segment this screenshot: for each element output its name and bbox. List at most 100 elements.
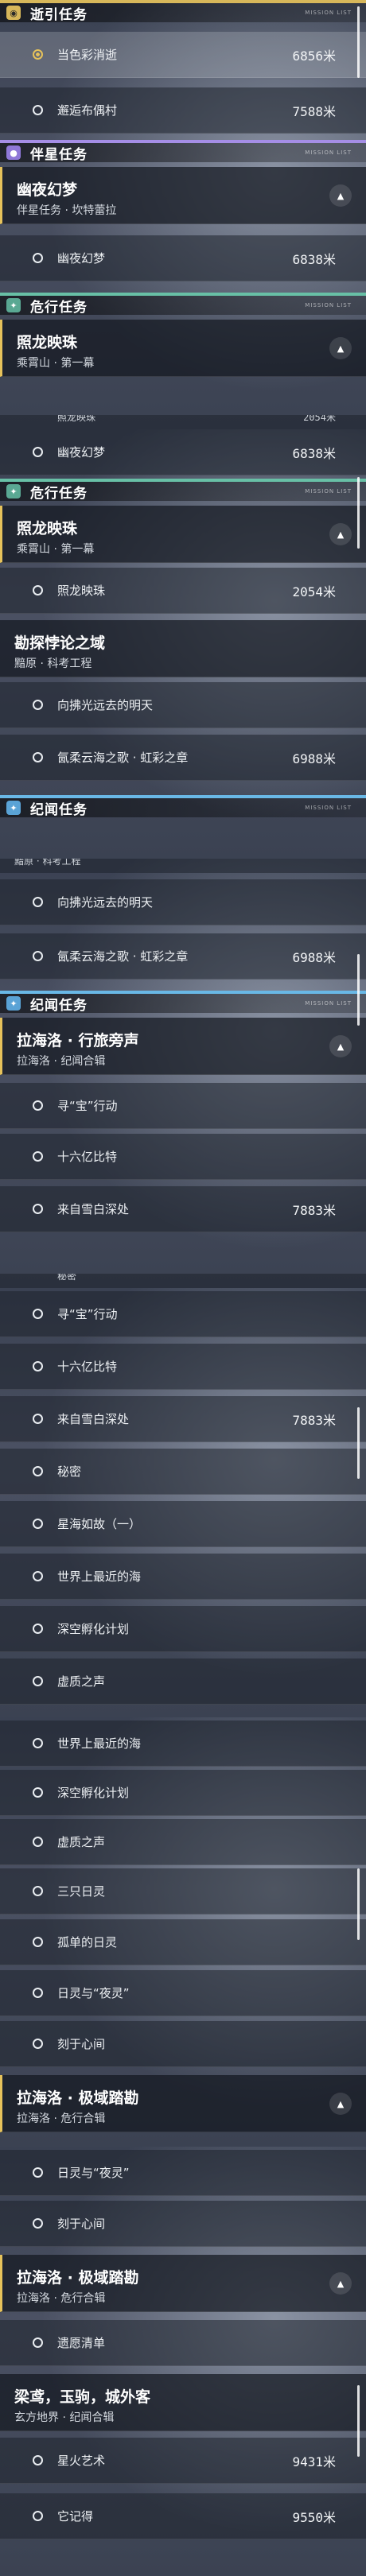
scrollbar[interactable] (357, 6, 360, 78)
quest-radio-icon (33, 2167, 43, 2178)
quest-item[interactable]: 刻于心间 (0, 2201, 366, 2247)
quest-group-header[interactable]: 梁鸢，玉驹，城外客 玄方地界 · 纪闻合辑 (0, 2374, 366, 2431)
quest-item[interactable]: 世界上最近的海 (0, 1554, 366, 1600)
category-tag: MISSION LIST (305, 488, 352, 495)
quest-group-subtitle: 伴星任务 · 坎特蕾拉 (17, 204, 117, 217)
category-header-chronicle[interactable]: ✦ 纪闻任务 MISSION LIST (0, 795, 366, 818)
quest-item[interactable]: 星海如故（一） (0, 1501, 366, 1547)
quest-item[interactable]: 三只日灵 (0, 1868, 366, 1915)
quest-radio-icon (33, 951, 43, 961)
category-icon: ✦ (0, 992, 27, 1014)
quest-item[interactable]: 刻于心间 (0, 2021, 366, 2067)
chevron-up-icon[interactable]: ▲ (329, 523, 352, 545)
quest-item[interactable]: 向拂光远去的明天 (0, 682, 366, 728)
chevron-up-icon[interactable]: ▲ (329, 2093, 352, 2115)
quest-group-header[interactable]: 幽夜幻梦 伴星任务 · 坎特蕾拉 ▲ (0, 167, 366, 224)
quest-name: 遗愿清单 (57, 2336, 106, 2350)
category-header-chronicle[interactable]: ✦ 纪闻任务 MISSION LIST (0, 991, 366, 1014)
quest-radio-icon (33, 2337, 43, 2348)
quest-group-header[interactable]: 拉海洛 · 极域踏勘 拉海洛 · 危行合辑 ▲ (0, 2075, 366, 2132)
quest-radio-icon (33, 1676, 43, 1686)
compass-icon: ✦ (6, 298, 21, 312)
quest-group-header[interactable]: 照龙映珠 乘霄山 · 第一幕 ▲ (0, 506, 366, 563)
quest-item[interactable]: 十六亿比特 (0, 1344, 366, 1390)
quest-radio-icon (33, 2511, 43, 2521)
quest-item[interactable]: 深空孵化计划 (0, 1606, 366, 1652)
chevron-up-icon[interactable]: ▲ (329, 2272, 352, 2295)
quest-item[interactable]: 遗愿清单 (0, 2320, 366, 2366)
category-header-danger[interactable]: ✦ 危行任务 MISSION LIST (0, 479, 366, 502)
quest-item[interactable]: 日灵与“夜灵” (0, 1970, 366, 2016)
chevron-up-icon[interactable]: ▲ (329, 1035, 352, 1057)
quest-item[interactable]: 秘密 (0, 1449, 366, 1495)
quest-radio-icon (33, 897, 43, 907)
quest-item[interactable]: 当色彩消逝 6856米 (0, 32, 366, 78)
quest-name: 十六亿比特 (57, 1150, 118, 1164)
quest-item[interactable]: 氤柔云海之歌 · 虹彩之章 6988米 (0, 933, 366, 980)
quest-distance: 6838米 (292, 251, 336, 267)
quest-radio-icon (33, 1151, 43, 1162)
quest-item[interactable]: 深空孵化计划 (0, 1770, 366, 1816)
category-header-guidance[interactable]: ◉ 逝引任务 MISSION LIST (0, 0, 366, 23)
scrollbar[interactable] (357, 1868, 360, 1940)
category-header-companion[interactable]: ● 伴星任务 MISSION LIST (0, 140, 366, 164)
chevron-up-icon[interactable]: ▲ (329, 337, 352, 359)
quest-radio-icon (33, 585, 43, 596)
quest-group-header[interactable]: 拉海洛 · 极域踏勘 拉海洛 · 危行合辑 ▲ (0, 2255, 366, 2312)
quest-name: 星海如故（一） (57, 1517, 142, 1531)
chevron-up-icon[interactable]: ▲ (329, 184, 352, 207)
quest-item[interactable]: 孤单的日灵 (0, 1919, 366, 1965)
quest-item[interactable]: 寻“宝”行动 (0, 1291, 366, 1337)
quest-name: 寻“宝”行动 (57, 1307, 118, 1321)
quest-distance: 6856米 (292, 48, 336, 64)
quest-item[interactable]: 虚质之声 (0, 1819, 366, 1865)
quest-item[interactable]: 它记得 9550米 (0, 2493, 366, 2539)
category-icon: ● (0, 142, 27, 164)
quest-group-header[interactable]: 照龙映珠 乘霄山 · 第一幕 ▲ (0, 320, 366, 377)
quest-item[interactable]: 星火艺术 9431米 (0, 2438, 366, 2484)
quest-name: 日灵与“夜灵” (57, 1986, 130, 2000)
quest-item[interactable]: 来自雪白深处 7883米 (0, 1396, 366, 1442)
category-header-danger[interactable]: ✦ 危行任务 MISSION LIST (0, 293, 366, 316)
quest-item[interactable]: 幽夜幻梦 6838米 (0, 235, 366, 281)
quest-group-title: 勘探悖论之域 (14, 634, 106, 652)
quest-item[interactable]: 虚质之声 (0, 1658, 366, 1705)
quest-item[interactable]: 寻“宝”行动 (0, 1083, 366, 1129)
quest-item[interactable]: 十六亿比特 (0, 1134, 366, 1180)
scrollbar[interactable] (357, 954, 360, 1026)
screen-panel-3: 黯原 · 科考工程 向拂光远去的明天 氤柔云海之歌 · 虹彩之章 6988米 ✦… (0, 859, 366, 1288)
scrollbar[interactable] (357, 477, 360, 549)
quest-radio-icon (33, 1624, 43, 1634)
quest-name: 虚质之声 (57, 1674, 106, 1689)
quest-group-title: 幽夜幻梦 (17, 181, 78, 199)
quest-item[interactable]: 日灵与“夜灵” (0, 2150, 366, 2196)
quest-group-title: 照龙映珠 (17, 520, 78, 537)
quest-radio-icon (33, 1204, 43, 1214)
quest-item[interactable]: 邂逅布偶村 7588米 (0, 87, 366, 134)
star-icon: ✦ (6, 801, 21, 815)
quest-item[interactable]: 向拂光远去的明天 (0, 879, 366, 925)
quest-distance: 2054米 (303, 415, 336, 423)
category-tag: MISSION LIST (305, 10, 352, 16)
quest-radio-icon (33, 700, 43, 710)
quest-distance: 6988米 (292, 949, 336, 965)
quest-radio-icon (33, 2039, 43, 2049)
quest-distance: 2054米 (292, 584, 336, 599)
scrollbar[interactable] (357, 1407, 360, 1479)
quest-item[interactable]: 氤柔云海之歌 · 虹彩之章 6988米 (0, 735, 366, 781)
quest-item[interactable]: 幽夜幻梦 6838米 (0, 429, 366, 475)
scrollbar[interactable] (357, 2385, 360, 2457)
quest-distance: 7883米 (292, 1202, 336, 1218)
quest-group-subtitle: 拉海洛 · 危行合辑 (17, 2292, 106, 2305)
quest-item[interactable]: 照龙映珠 2054米 (0, 568, 366, 614)
quest-item[interactable]: 来自雪白深处 7883米 (0, 1186, 366, 1232)
quest-name: 日灵与“夜灵” (57, 2166, 130, 2180)
quest-group-header[interactable]: 拉海洛 · 行旅旁声 拉海洛 · 纪闻合辑 ▲ (0, 1018, 366, 1075)
quest-group-title: 梁鸢，玉驹，城外客 (14, 2388, 151, 2406)
quest-item[interactable]: 世界上最近的海 (0, 1721, 366, 1767)
quest-name: 世界上最近的海 (57, 1736, 142, 1751)
quest-group-header[interactable]: 勘探悖论之域 黯原 · 科考工程 (0, 620, 366, 677)
screen-panel-5: 世界上最近的海深空孵化计划 虚质之声 三只日灵 孤单的日灵日灵与“夜灵” 刻于心间 拉海… (0, 1717, 366, 2147)
quest-radio-icon (33, 49, 43, 60)
quest-group-subtitle: 玄方地界 · 纪闻合辑 (14, 2411, 115, 2424)
